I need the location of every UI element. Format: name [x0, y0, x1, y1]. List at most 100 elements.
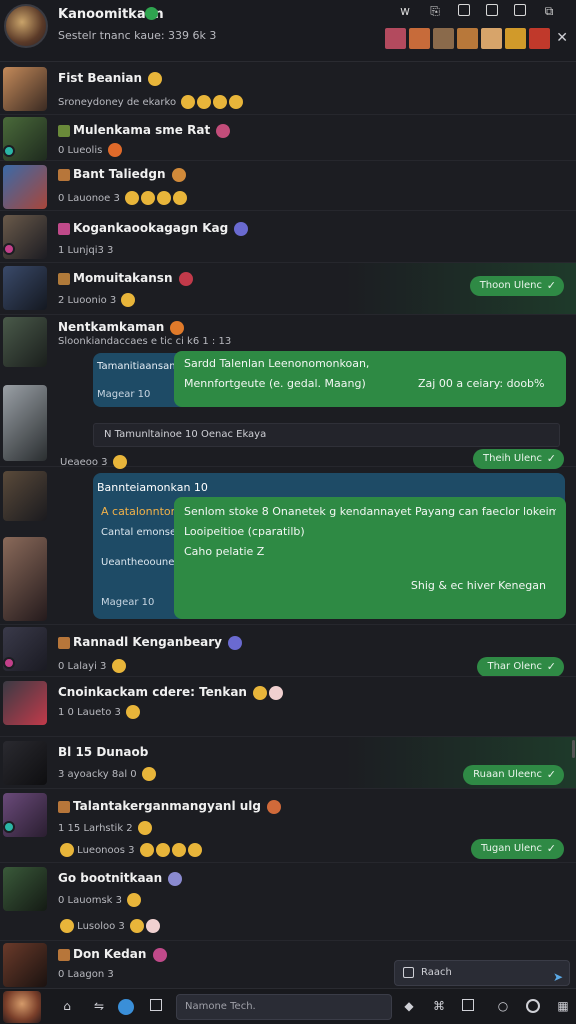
message-text: Senlom stoke 8 Onanetek g kendannayet Pa…: [184, 505, 556, 518]
participant-thumb[interactable]: [433, 28, 454, 49]
chat-name: Mulenkama sme Rat: [58, 123, 231, 138]
chat-avatar[interactable]: [4, 4, 48, 48]
avatar: [3, 681, 47, 725]
quoted-line: Magear 10: [97, 389, 151, 400]
user-avatar[interactable]: [3, 991, 41, 1023]
chat-preview: 1 Lunjqi3 3: [58, 245, 114, 256]
box-icon[interactable]: [486, 4, 498, 16]
attach-icon[interactable]: ⌘: [432, 999, 446, 1013]
chat-name: Nentkamkaman: [58, 320, 185, 335]
chat-preview: 2 Luoonio 3: [58, 293, 136, 307]
window-icon[interactable]: [150, 999, 162, 1011]
chat-name: Fist Beanian: [58, 71, 163, 86]
participant-thumb[interactable]: [385, 28, 406, 49]
send-icon[interactable]: ➤: [553, 965, 563, 989]
gallery-icon[interactable]: [462, 999, 474, 1011]
message-text: Shig & ec hiver Kenegan: [410, 579, 546, 592]
quoted-line: Ueantheooune: [101, 557, 175, 568]
bottom-toolbar: ⌂ ⇋ Namone Tech. ◆ ⌘ ○ ▦: [0, 988, 576, 1024]
avatar: [3, 867, 47, 911]
chat-name: Momuitakansn: [58, 271, 193, 286]
participant-thumb[interactable]: [529, 28, 550, 49]
status-icon[interactable]: [118, 999, 134, 1015]
chat-preview: Lusoloo 3: [58, 919, 160, 933]
avatar: [3, 471, 47, 521]
avatar: [3, 67, 47, 111]
list-item[interactable]: Rannadl Kenganbeary 0 Lalayi 3: [0, 625, 576, 677]
chat-name: Don Kedan: [58, 947, 167, 962]
wifi-icon[interactable]: w: [398, 4, 412, 18]
message-text: Looipeitioe (cparatilb): [184, 525, 305, 538]
chat-preview: Lueonoos 3: [58, 843, 202, 857]
message-bubble[interactable]: Sardd Talenlan Leenonomonkoan, Mennfortg…: [174, 351, 566, 407]
list-item[interactable]: Momuitakansn 2 Luoonio 3 Thoon Ulenc: [0, 263, 576, 315]
avatar: [3, 165, 47, 209]
message-text: Mennfortgeute (e. gedal. Maang): [184, 377, 366, 390]
chat-preview: 3 ayoacky 8al 0: [58, 767, 156, 781]
chat-preview: 0 Lauomsk 3: [58, 893, 142, 907]
reaction-bar: N Tamunltainoe 10 Oenac Ekaya: [93, 423, 560, 447]
quoted-title: Bannteiamonkan 10: [97, 481, 208, 494]
message-bubble[interactable]: Senlom stoke 8 Onanetek g kendannayet Pa…: [174, 497, 566, 619]
share-icon[interactable]: ⇋: [92, 999, 106, 1013]
quoted-line: A catalonnton: [101, 505, 178, 518]
chat-icon[interactable]: ○: [496, 999, 510, 1013]
close-icon[interactable]: ✕: [556, 30, 568, 46]
restore-icon[interactable]: ⧉: [542, 4, 556, 18]
emoji-icon[interactable]: ◆: [402, 999, 416, 1013]
thread-item[interactable]: Bannteiamonkan 10 A catalonnton Cantal e…: [0, 467, 576, 677]
chat-name: Kogankaookagagn Kag: [58, 221, 249, 236]
window-controls: w ⎘ ⧉: [398, 4, 556, 18]
home-icon[interactable]: ⌂: [60, 999, 74, 1013]
list-item[interactable]: Talantakerganmangyanl ulg 1 15 Larhstik …: [0, 789, 576, 863]
window-icon[interactable]: [458, 4, 470, 16]
status-pill: Theih Ulenc: [473, 449, 564, 469]
chat-preview: 0 Lauonoe 3: [58, 191, 188, 205]
chat-name: Cnoinkackam cdere: Tenkan: [58, 685, 284, 700]
list-item[interactable]: Bl 15 Dunaob 3 ayoacky 8al 0 Ruaan Uleen…: [0, 737, 576, 789]
status-pill: Tugan Ulenc: [470, 839, 564, 859]
participant-thumb[interactable]: [457, 28, 478, 49]
status-dot: [3, 145, 15, 157]
avatar: [3, 317, 47, 367]
search-icon: [403, 967, 414, 978]
participant-thumbnails: [385, 28, 550, 49]
chat-preview: 0 Lueolis: [58, 143, 122, 157]
participant-thumb[interactable]: [409, 28, 430, 49]
participant-thumb[interactable]: [505, 28, 526, 49]
status-pill: Thoon Ulenc: [469, 276, 564, 296]
chat-name: Rannadl Kenganbeary: [58, 635, 243, 650]
list-item[interactable]: Fist Beanian Sroneydoney de ekarko: [0, 63, 576, 115]
avatar: [3, 741, 47, 785]
avatar: [3, 537, 47, 621]
quoted-title: Tamanitiaansan: [97, 361, 176, 372]
chat-preview: 0 Laagon 3: [58, 969, 114, 980]
chat-name: Bant Taliedgn: [58, 167, 186, 182]
list-item[interactable]: Bant Taliedgn 0 Lauonoe 3: [0, 161, 576, 211]
avatar: [3, 943, 47, 987]
list-item[interactable]: Mulenkama sme Rat 0 Lueolis: [0, 115, 576, 161]
status-dot: [3, 657, 15, 669]
list-item[interactable]: Kogankaookagagn Kag 1 Lunjqi3 3: [0, 211, 576, 263]
list-item[interactable]: Go bootnitkaan 0 Lauomsk 3 Lusoloo 3: [0, 863, 576, 941]
compose-input[interactable]: Namone Tech.: [176, 994, 392, 1020]
list-item[interactable]: Cnoinkackam cdere: Tenkan 1 0 Laueto 3: [0, 677, 576, 737]
square-icon[interactable]: [514, 4, 526, 16]
chat-preview: Sroneydoney de ekarko: [58, 95, 244, 109]
search-input[interactable]: Raach ➤: [394, 960, 570, 986]
record-icon[interactable]: [526, 999, 540, 1013]
avatar: [3, 266, 47, 310]
verified-icon: [145, 7, 158, 20]
message-text: Caho pelatie Z: [184, 545, 265, 558]
status-dot: [3, 243, 15, 255]
thread-item[interactable]: Nentkamkaman Sloonkiandaccaes e tic ci k…: [0, 315, 576, 469]
status-pill: Ruaan Uleenc: [463, 765, 564, 785]
status-dot: [3, 821, 15, 833]
avatar: [3, 385, 47, 461]
clip-icon[interactable]: ⎘: [428, 4, 442, 18]
chat-preview: Sloonkiandaccaes e tic ci k6 1 : 13: [58, 336, 232, 347]
scrollbar[interactable]: [572, 740, 575, 758]
chat-preview: 0 Lalayi 3: [58, 659, 126, 673]
grid-icon[interactable]: ▦: [556, 999, 570, 1013]
participant-thumb[interactable]: [481, 28, 502, 49]
